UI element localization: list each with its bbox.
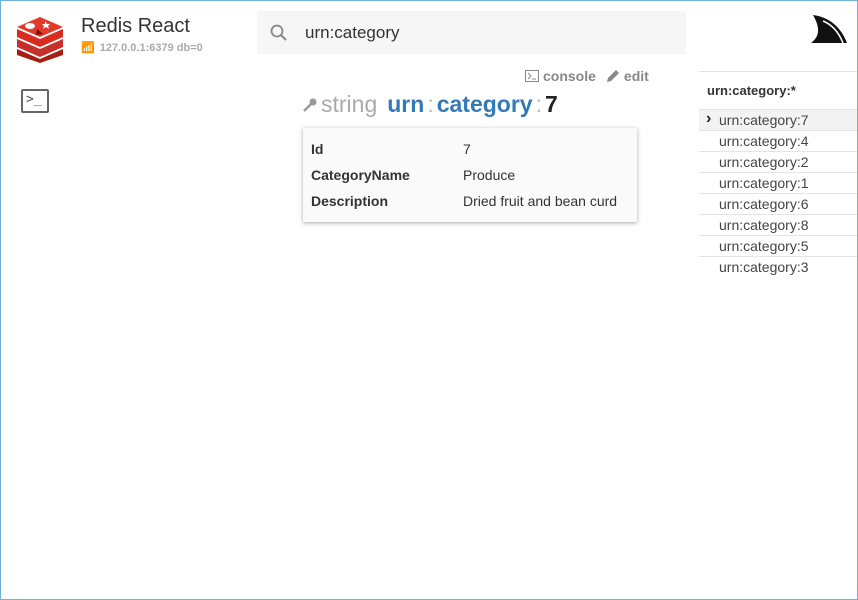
edit-label: edit	[623, 68, 649, 84]
field-name: CategoryName	[311, 167, 410, 183]
connection-info: 📶 127.0.0.1:6379 db=0	[81, 41, 203, 55]
edit-button[interactable]: edit	[606, 68, 649, 84]
wifi-icon: 📶	[81, 42, 95, 54]
console-button[interactable]: console	[525, 68, 596, 84]
key-list-item[interactable]: urn:category:8	[699, 214, 857, 235]
key-list-item[interactable]: urn:category:2	[699, 151, 857, 172]
key-icon	[303, 98, 317, 112]
search-bar	[257, 11, 686, 54]
key-list-item[interactable]: urn:category:7	[699, 109, 857, 130]
key-list-item[interactable]: urn:category:1	[699, 172, 857, 193]
value-card: Id 7 CategoryName Produce Description Dried…	[303, 128, 637, 222]
key-pattern: urn:category:*	[707, 83, 796, 98]
terminal-icon[interactable]: >_	[21, 89, 49, 113]
connection-label: 127.0.0.1:6379 db=0	[99, 41, 203, 54]
app-window: Redis React 📶 127.0.0.1:6379 db=0 >_ cons…	[0, 0, 858, 600]
key-list: urn:category:* urn:category:7 urn:catego…	[699, 71, 857, 277]
key-header: string urn : category : 7	[303, 91, 558, 118]
search-input[interactable]	[305, 22, 665, 43]
field-name: Description	[311, 193, 389, 209]
field-value: Dried fruit and bean curd	[463, 193, 618, 209]
shark-fin-logo	[811, 15, 847, 44]
field-row: Description Dried fruit and bean curd	[303, 188, 637, 214]
redis-logo	[17, 17, 63, 63]
key-separator: :	[535, 91, 542, 117]
key-type: string	[321, 91, 378, 117]
app-title: Redis React	[81, 15, 190, 37]
key-id: 7	[544, 91, 558, 117]
field-name: Id	[311, 141, 324, 157]
key-segment[interactable]: category	[437, 91, 533, 118]
field-row: CategoryName Produce	[303, 162, 637, 188]
field-value: Produce	[463, 167, 516, 183]
key-list-item[interactable]: urn:category:5	[699, 235, 857, 256]
key-list-item[interactable]: urn:category:4	[699, 130, 857, 151]
console-icon	[525, 70, 539, 82]
key-separator: :	[427, 91, 434, 117]
key-segment[interactable]: urn	[387, 91, 424, 118]
field-row: Id 7	[303, 136, 637, 162]
search-icon	[270, 24, 287, 41]
key-list-item[interactable]: urn:category:6	[699, 193, 857, 214]
field-value: 7	[463, 141, 471, 157]
key-list-item[interactable]: urn:category:3	[699, 256, 857, 277]
pencil-icon	[606, 70, 619, 82]
console-label: console	[543, 68, 596, 84]
